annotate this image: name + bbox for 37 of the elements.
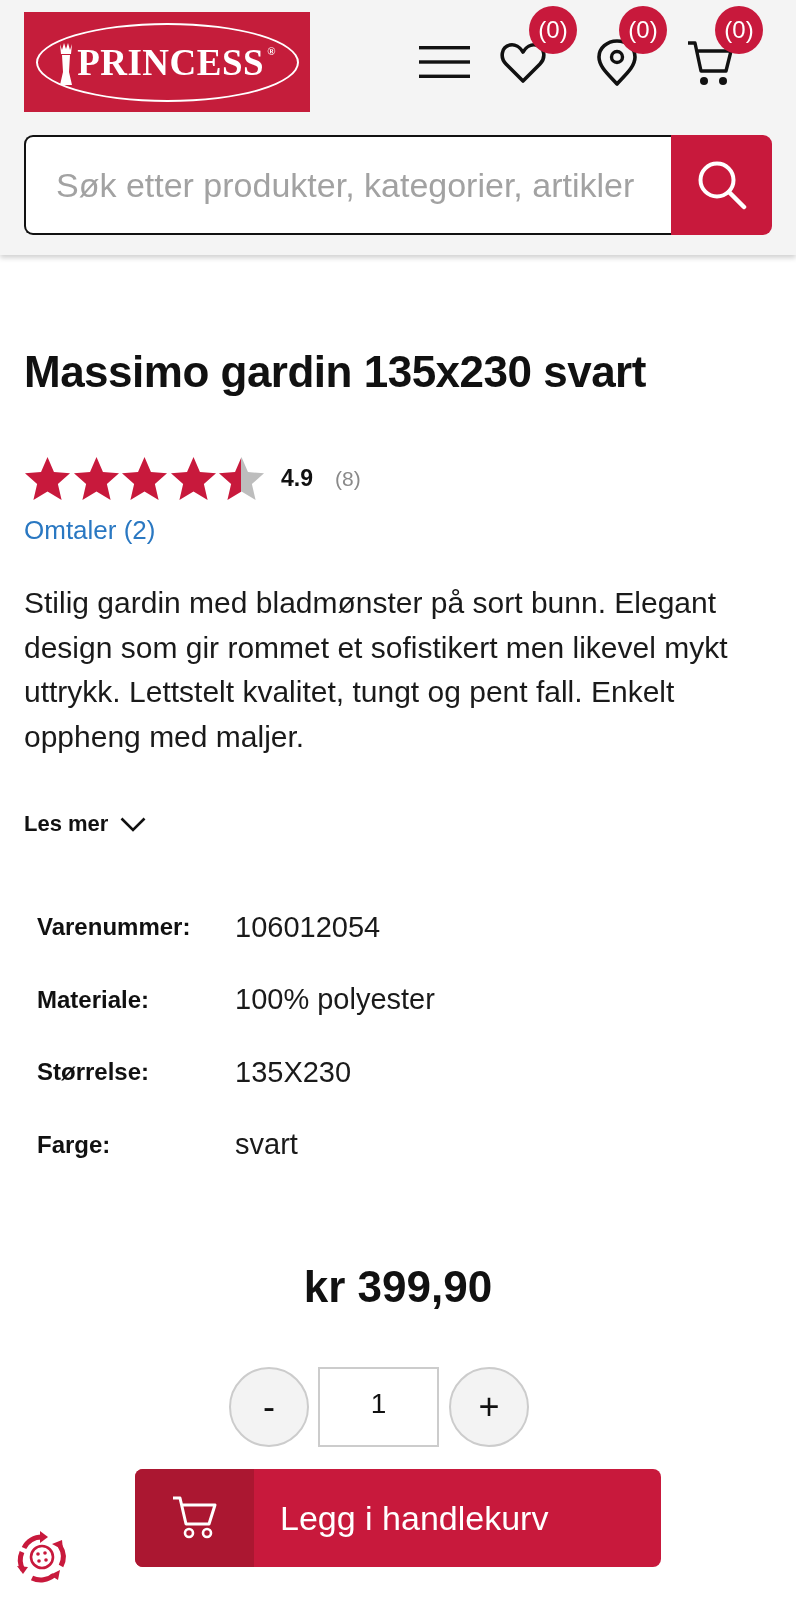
search-field[interactable]: Søk etter produkter, kategorier, artikler [24,135,671,235]
star-icon [24,456,71,501]
product-description: Stilig gardin med bladmønster på sort bunn. Elegant design som gir rommet et sofistikert men likevel mykt uttrykk. Lettstelt kvalitet, tungt og pent fall. Enkelt oppheng med maljer. [24,585,729,755]
decrease-button[interactable]: - [229,1367,309,1447]
count-badge: (0) [529,6,577,54]
menu-button[interactable] [419,46,470,78]
spec-label: Varenummer: [37,913,192,942]
spec-label: Farge: [37,1130,112,1159]
spec-label: Størrelse: [37,1058,151,1087]
count-badge: (0) [715,6,763,54]
quantity-field[interactable]: 1 [318,1367,439,1447]
spec-value: svart [235,1128,298,1162]
logo-text: PRINCESS$^{®}$ [77,43,276,81]
rating-count: (8) [335,466,361,491]
star-icon [121,456,168,501]
search-button[interactable] [671,135,772,235]
spec-value: 100% polyester [235,983,435,1017]
spec-value: 135X230 [235,1055,352,1089]
spec-value: 106012054 [235,910,381,944]
product-title: Massimo gardin 135x230 svart [24,349,647,395]
chevron-down-icon [120,816,147,832]
add-to-cart-button[interactable]: Legg i handlekurv [135,1469,661,1567]
rating-score: 4.9 [281,465,313,492]
cart-icon [135,1469,254,1567]
spec-label: Materiale: [37,985,151,1014]
star-icon [169,456,217,501]
menu-icon [419,46,470,78]
search-icon [696,160,747,210]
logo[interactable]: PRINCESS$^{®}$ [24,12,310,112]
product-price: kr 399,90 [303,1261,493,1313]
reviews-link[interactable]: Omtaler (2) [24,516,156,544]
star-icon [72,456,120,501]
increase-button[interactable]: + [449,1367,529,1447]
crown-icon [58,42,75,86]
count-badge: (0) [619,6,667,54]
read-more-button[interactable]: Les mer [24,809,147,839]
star-icon [218,456,265,501]
